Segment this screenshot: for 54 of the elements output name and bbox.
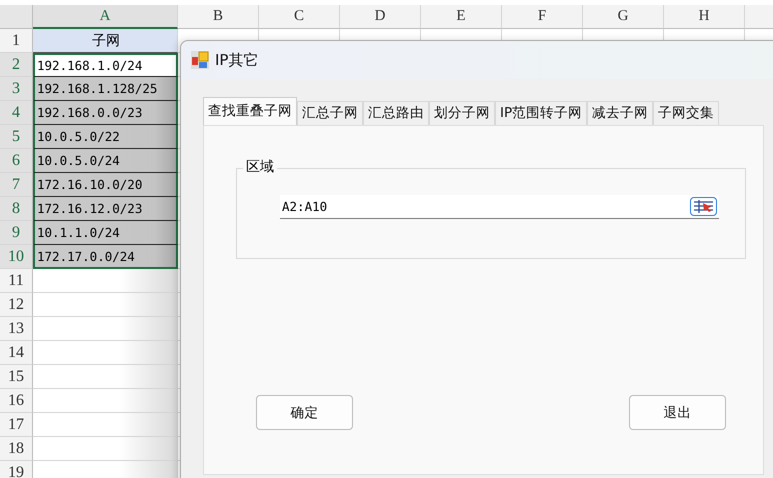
row-header[interactable]: 2 xyxy=(0,53,33,77)
column-header[interactable]: F xyxy=(502,5,583,29)
table-cell: 192.168.1.0/24 xyxy=(33,53,178,77)
row-header[interactable]: 17 xyxy=(0,413,33,437)
column-header[interactable] xyxy=(745,5,773,29)
column-header[interactable]: E xyxy=(421,5,502,29)
table-arrow-icon xyxy=(694,200,713,213)
row-header[interactable]: 15 xyxy=(0,365,33,389)
range-field[interactable]: A2:A10 xyxy=(280,195,719,219)
row-header[interactable]: 11 xyxy=(0,269,33,293)
group-label: 区域 xyxy=(243,158,277,176)
row-header[interactable]: 14 xyxy=(0,341,33,365)
row-header[interactable]: 13 xyxy=(0,317,33,341)
tab[interactable]: 减去子网 xyxy=(587,101,654,125)
tab[interactable]: 划分子网 xyxy=(429,101,495,125)
window-title: IP其它 xyxy=(215,50,258,70)
table-cell: 172.16.12.0/23 xyxy=(33,197,178,221)
column-header[interactable]: G xyxy=(583,5,664,29)
column-header[interactable]: C xyxy=(259,5,340,29)
dialog-button[interactable]: 确定 xyxy=(256,395,353,430)
tab[interactable]: 汇总子网 xyxy=(297,101,363,125)
table-cell: 172.17.0.0/24 xyxy=(33,245,178,269)
dialog-button[interactable]: 退出 xyxy=(629,395,726,430)
row-header[interactable]: 10 xyxy=(0,245,33,269)
row-header[interactable]: 12 xyxy=(0,293,33,317)
range-picker-button[interactable] xyxy=(690,197,717,216)
table-cell: 192.168.1.128/25 xyxy=(33,77,178,101)
row-header[interactable]: 7 xyxy=(0,173,33,197)
column-header[interactable]: D xyxy=(340,5,421,29)
row-header[interactable]: 18 xyxy=(0,437,33,461)
row-header[interactable]: 16 xyxy=(0,389,33,413)
row-header[interactable]: 19 xyxy=(0,461,33,478)
tab[interactable]: IP范围转子网 xyxy=(495,101,588,125)
column-header[interactable]: A xyxy=(33,5,178,29)
table-cell: 172.16.10.0/20 xyxy=(33,173,178,197)
row-header[interactable]: 5 xyxy=(0,125,33,149)
row-header[interactable]: 8 xyxy=(0,197,33,221)
row-header[interactable]: 9 xyxy=(0,221,33,245)
table-cell: 10.0.5.0/22 xyxy=(33,125,178,149)
row-header[interactable]: 6 xyxy=(0,149,33,173)
column-header[interactable]: H xyxy=(664,5,745,29)
table-cell: 子网 xyxy=(33,29,178,53)
select-all-corner[interactable] xyxy=(0,5,33,29)
row-header[interactable]: 1 xyxy=(0,29,33,53)
column-header[interactable]: B xyxy=(178,5,259,29)
table-cell: 10.1.1.0/24 xyxy=(33,221,178,245)
app-icon xyxy=(191,51,209,69)
tab[interactable]: 查找重叠子网 xyxy=(203,97,297,125)
tab[interactable]: 汇总路由 xyxy=(363,101,429,125)
table-cell: 10.0.5.0/24 xyxy=(33,149,178,173)
row-header[interactable]: 3 xyxy=(0,77,33,101)
tab[interactable]: 子网交集 xyxy=(653,101,720,125)
row-header[interactable]: 4 xyxy=(0,101,33,125)
table-cell: 192.168.0.0/23 xyxy=(33,101,178,125)
